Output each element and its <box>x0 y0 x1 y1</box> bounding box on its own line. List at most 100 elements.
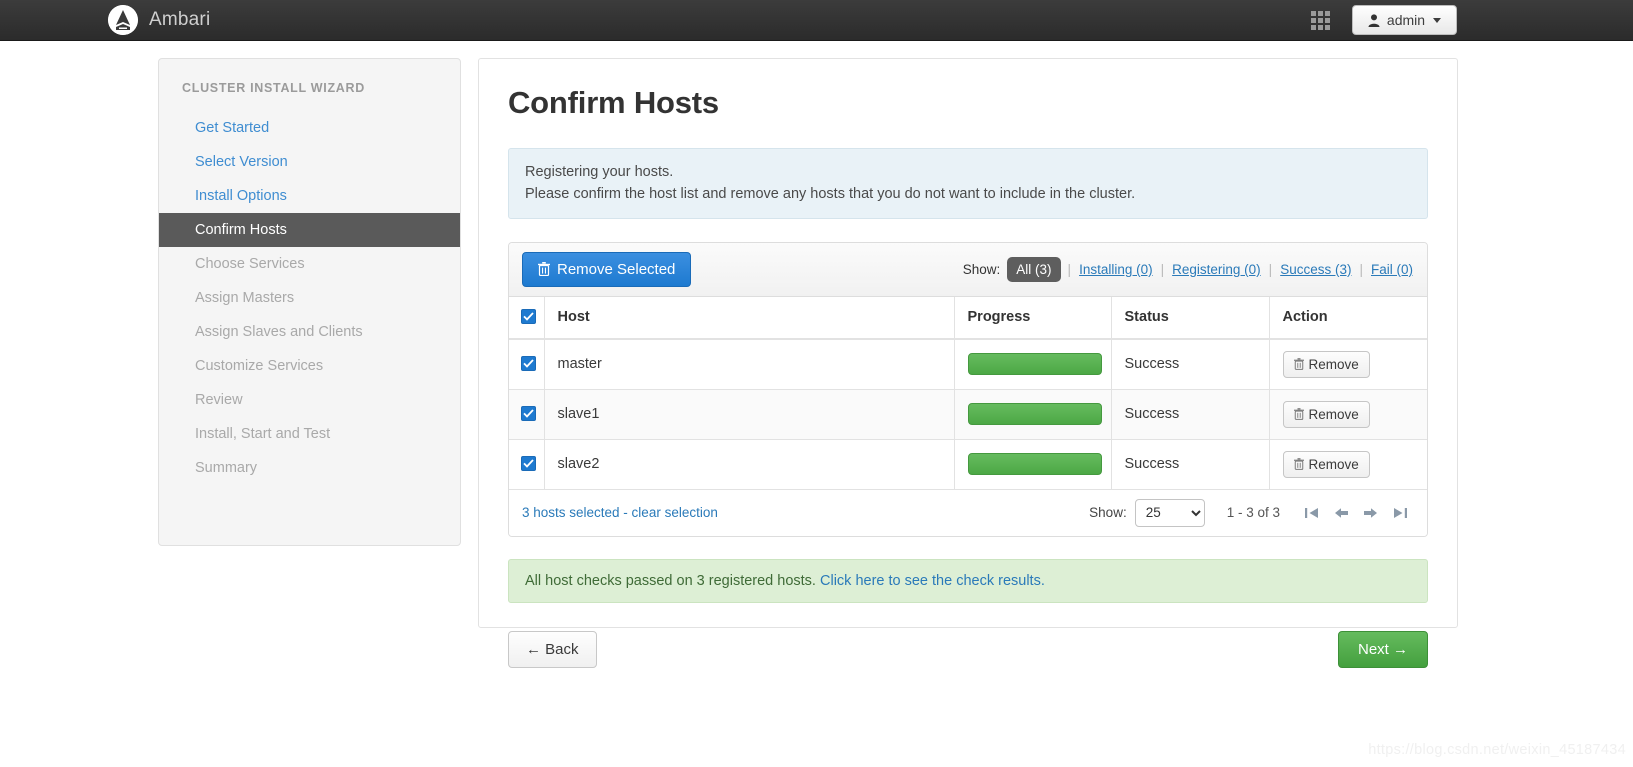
table-row: slave2 Success Remove <box>509 439 1427 490</box>
hosts-table: Host Progress Status Action master Succe… <box>509 296 1427 490</box>
row-host-name: master <box>544 338 955 390</box>
sidebar-item-summary: Summary <box>195 460 258 476</box>
table-header-row: Host Progress Status Action <box>509 296 1427 340</box>
filter-registering[interactable]: Registering (0) <box>1171 262 1262 277</box>
select-all-header <box>509 296 545 340</box>
filter-separator-3: | <box>1268 261 1273 277</box>
brand-label: Ambari <box>149 9 211 30</box>
info-alert: Registering your hosts. Please confirm t… <box>508 148 1428 219</box>
trash-icon <box>1293 358 1304 371</box>
hosts-table-footer: 3 hosts selected - clear selection Show:… <box>509 489 1427 536</box>
back-button[interactable]: ← Back <box>508 630 597 668</box>
page-range-label: 1 - 3 of 3 <box>1226 505 1280 521</box>
person-icon <box>1368 13 1380 27</box>
filter-all[interactable]: All (3) <box>1007 256 1061 282</box>
row-select-cell <box>509 338 545 390</box>
sidebar-item-select-version[interactable]: Select Version <box>159 145 460 179</box>
sidebar-item-customize-services: Customize Services <box>195 358 324 374</box>
column-header-host[interactable]: Host <box>544 296 955 340</box>
sidebar-item-choose-services: Choose Services <box>195 256 305 272</box>
filter-success[interactable]: Success (3) <box>1279 262 1352 277</box>
sidebar-title: CLUSTER INSTALL WIZARD <box>182 81 365 95</box>
sidebar-item-get-started[interactable]: Get Started <box>159 111 460 145</box>
filter-separator-2: | <box>1160 261 1165 277</box>
row-status: Success <box>1111 439 1270 490</box>
progress-bar <box>967 403 1102 426</box>
row-progress-cell <box>954 338 1112 390</box>
row-host-name: slave2 <box>544 439 955 490</box>
trash-icon <box>1293 458 1304 471</box>
page-size-select[interactable]: 10 25 50 100 <box>1134 498 1205 527</box>
select-all-checkbox[interactable] <box>521 309 536 325</box>
remove-host-button[interactable]: Remove <box>1282 350 1370 378</box>
row-action-cell: Remove <box>1269 389 1427 440</box>
admin-menu-button[interactable]: admin <box>1352 5 1457 35</box>
info-alert-line-1: Registering your hosts. <box>525 164 674 180</box>
page-body: CLUSTER INSTALL WIZARD Get Started Selec… <box>0 41 1633 668</box>
wizard-sidebar: CLUSTER INSTALL WIZARD Get Started Selec… <box>158 58 461 546</box>
column-header-action: Action <box>1269 296 1427 340</box>
table-row: slave1 Success Remove <box>509 389 1427 440</box>
navbar-right: admin <box>1311 5 1457 35</box>
check-results-link[interactable]: Click here to see the check results. <box>820 573 1045 589</box>
row-checkbox[interactable] <box>521 456 536 472</box>
page-title: Confirm Hosts <box>508 85 719 120</box>
row-checkbox[interactable] <box>521 356 536 372</box>
brand[interactable]: Ambari <box>108 0 210 41</box>
filter-separator-4: | <box>1359 261 1363 277</box>
column-header-progress[interactable]: Progress <box>954 296 1112 340</box>
page-next-icon[interactable] <box>1363 506 1378 520</box>
remove-selected-button[interactable]: Remove Selected <box>522 251 692 287</box>
row-host-name: slave1 <box>544 389 955 440</box>
row-status: Success <box>1111 338 1270 390</box>
main-panel: Confirm Hosts Registering your hosts. Pl… <box>478 58 1458 668</box>
progress-bar <box>967 353 1102 376</box>
remove-host-label: Remove <box>1308 406 1359 422</box>
page-last-icon[interactable] <box>1392 506 1407 520</box>
column-header-status[interactable]: Status <box>1111 296 1270 340</box>
host-checks-alert: All host checks passed on 3 registered h… <box>508 558 1428 603</box>
remove-selected-label: Remove Selected <box>557 260 676 278</box>
sidebar-item-assign-slaves-and-clients: Assign Slaves and Clients <box>195 324 363 340</box>
hosts-table-toolbar: Remove Selected Show: All (3) | Installi… <box>509 242 1427 297</box>
remove-host-label: Remove <box>1308 456 1359 472</box>
admin-menu-label: admin <box>1386 12 1426 28</box>
remove-host-button[interactable]: Remove <box>1282 400 1370 428</box>
caret-down-icon <box>1433 17 1442 23</box>
row-select-cell <box>509 389 545 440</box>
progress-bar <box>967 453 1102 476</box>
filter-separator-1: | <box>1067 261 1072 277</box>
pagination-controls: Show: 10 25 50 100 1 - 3 of 3 <box>1089 498 1414 527</box>
filter-installing[interactable]: Installing (0) <box>1078 262 1154 277</box>
remove-host-button[interactable]: Remove <box>1282 450 1370 478</box>
row-select-cell <box>509 439 545 490</box>
row-action-cell: Remove <box>1269 439 1427 490</box>
apps-grid-icon[interactable] <box>1311 10 1330 30</box>
row-checkbox[interactable] <box>521 406 536 422</box>
row-progress-cell <box>954 389 1112 440</box>
top-navbar: Ambari admin <box>0 0 1633 41</box>
sidebar-item-confirm-hosts[interactable]: Confirm Hosts <box>159 213 460 247</box>
show-filter-label: Show: <box>962 261 1001 277</box>
status-filter-group: Show: All (3) | Installing (0) | Registe… <box>962 256 1414 282</box>
row-action-cell: Remove <box>1269 338 1427 390</box>
trash-icon <box>1293 408 1304 421</box>
ambari-logo-icon <box>108 5 138 35</box>
watermark: https://blog.csdn.net/weixin_45187434 <box>1368 742 1626 758</box>
row-status: Success <box>1111 389 1270 440</box>
page-prev-icon[interactable] <box>1334 506 1349 520</box>
sidebar-item-review: Review <box>195 392 243 408</box>
host-checks-message: All host checks passed on 3 registered h… <box>525 572 816 589</box>
sidebar-item-assign-masters: Assign Masters <box>195 290 295 306</box>
remove-host-label: Remove <box>1308 356 1359 372</box>
filter-fail[interactable]: Fail (0) <box>1370 262 1414 277</box>
hosts-table-container: Remove Selected Show: All (3) | Installi… <box>508 241 1428 537</box>
page-size-label: Show: <box>1089 505 1127 521</box>
info-alert-line-2: Please confirm the host list and remove … <box>525 186 1136 203</box>
table-row: master Success Remove <box>509 338 1427 390</box>
wizard-actions: ← Back Next → <box>508 630 1428 668</box>
sidebar-item-install-options[interactable]: Install Options <box>159 179 460 213</box>
clear-selection-link[interactable]: 3 hosts selected - clear selection <box>522 505 718 520</box>
page-first-icon[interactable] <box>1305 506 1320 520</box>
next-button[interactable]: Next → <box>1337 630 1428 668</box>
